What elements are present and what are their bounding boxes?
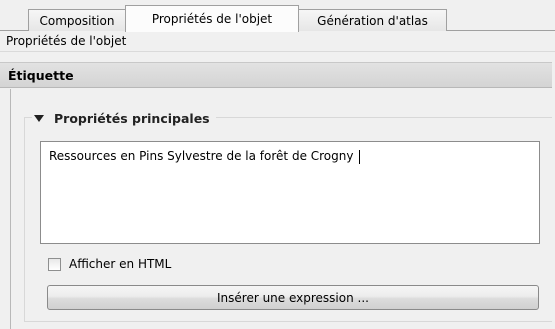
main-properties-group-header[interactable]: Propriétés principales [32,108,216,128]
render-as-html-checkbox[interactable] [48,257,61,271]
panel-title-label: Propriétés de l'objet [6,34,127,48]
tab-composition[interactable]: Composition [28,9,126,31]
render-as-html-row[interactable]: Afficher en HTML [48,255,171,273]
label-text-value: Ressources en Pins Sylvestre de la forêt… [49,149,358,163]
render-as-html-label[interactable]: Afficher en HTML [69,257,171,271]
insert-expression-button[interactable]: Insérer une expression ... [47,285,539,310]
panel-title: Propriétés de l'objet [0,31,555,52]
text-caret [359,149,361,164]
tab-atlas-generation[interactable]: Génération d'atlas [298,9,447,31]
tab-item-properties[interactable]: Propriétés de l'objet [125,5,299,32]
tab-bar: Composition Propriétés de l'objet Généra… [0,0,555,32]
section-header-title: Étiquette [8,67,74,83]
label-text-area[interactable]: Ressources en Pins Sylvestre de la forêt… [40,141,540,244]
main-properties-group-title: Propriétés principales [54,110,210,126]
section-header-label[interactable]: Étiquette [0,62,555,88]
insert-expression-button-label: Insérer une expression ... [217,290,369,305]
collapse-triangle-icon[interactable] [34,114,44,122]
